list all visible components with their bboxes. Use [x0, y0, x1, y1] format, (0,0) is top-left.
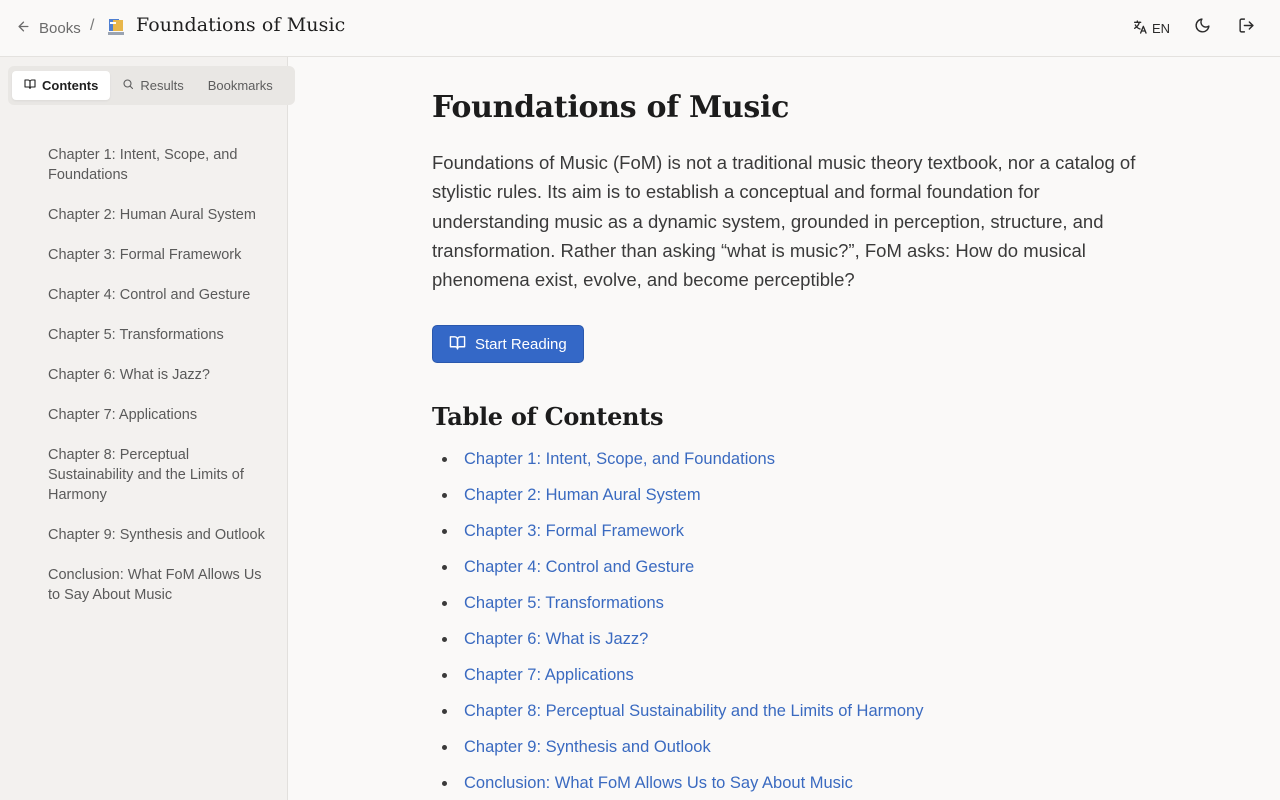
toc-link-chapter-6[interactable]: Chapter 6: What is Jazz?: [464, 630, 648, 648]
bullet: [442, 457, 447, 463]
tab-contents-label: Contents: [42, 78, 99, 93]
sidebar-item-chapter-3[interactable]: Chapter 3: Formal Framework: [48, 245, 268, 265]
bullet: [442, 493, 447, 499]
toc-link-conclusion[interactable]: Conclusion: What FoM Allows Us to Say Ab…: [464, 774, 853, 792]
start-reading-button[interactable]: Start Reading: [432, 325, 584, 364]
breadcrumb-separator: /: [90, 17, 95, 34]
toc-list: Chapter 1: Intent, Scope, and Foundation…: [432, 447, 1152, 800]
list-item: Chapter 1: Intent, Scope, and Foundation…: [432, 447, 1152, 483]
book-logo-icon: [108, 19, 124, 36]
list-item: Conclusion: What FoM Allows Us to Say Ab…: [432, 771, 1152, 800]
book-title: Foundations of Music: [136, 14, 346, 36]
toc-link-chapter-7[interactable]: Chapter 7: Applications: [464, 666, 634, 684]
list-item: Chapter 4: Control and Gesture: [432, 555, 1152, 591]
main-content: Foundations of Music Foundations of Musi…: [432, 88, 1152, 800]
language-button[interactable]: EN: [1126, 14, 1176, 42]
list-item: Chapter 2: Human Aural System: [432, 483, 1152, 519]
toc-link-chapter-3[interactable]: Chapter 3: Formal Framework: [464, 522, 684, 540]
tab-bookmarks[interactable]: Bookmarks: [196, 71, 285, 100]
theme-toggle-button[interactable]: [1188, 14, 1216, 42]
search-icon: [122, 78, 134, 93]
translate-icon: [1132, 19, 1148, 38]
sidebar-item-chapter-6[interactable]: Chapter 6: What is Jazz?: [48, 365, 268, 385]
toc-link-chapter-8[interactable]: Chapter 8: Perceptual Sustainability and…: [464, 702, 924, 720]
bullet: [442, 781, 447, 787]
language-label: EN: [1152, 20, 1171, 36]
logout-button[interactable]: [1232, 14, 1260, 42]
back-label: Books: [39, 19, 81, 37]
bullet: [442, 709, 447, 715]
book-open-icon: [449, 334, 466, 355]
bullet: [442, 673, 447, 679]
toc-link-chapter-1[interactable]: Chapter 1: Intent, Scope, and Foundation…: [464, 450, 775, 468]
logout-icon: [1238, 17, 1255, 39]
list-item: Chapter 8: Perceptual Sustainability and…: [432, 699, 1152, 735]
sidebar-item-chapter-7[interactable]: Chapter 7: Applications: [48, 405, 268, 425]
list-item: Chapter 9: Synthesis and Outlook: [432, 735, 1152, 771]
sidebar: Contents Results Bookmarks Chapter 1: In…: [0, 57, 295, 800]
tab-bookmarks-label: Bookmarks: [207, 78, 273, 93]
sidebar-chapter-list: Chapter 1: Intent, Scope, and Foundation…: [48, 145, 268, 625]
book-description: Foundations of Music (FoM) is not a trad…: [432, 152, 1136, 291]
tab-results[interactable]: Results: [110, 71, 195, 100]
toc-link-chapter-9[interactable]: Chapter 9: Synthesis and Outlook: [464, 738, 711, 756]
bullet: [442, 745, 447, 751]
toc-link-chapter-4[interactable]: Chapter 4: Control and Gesture: [464, 558, 694, 576]
top-bar: Books / Foundations of Music EN: [0, 0, 1280, 57]
toc-heading: Table of Contents: [432, 402, 664, 432]
list-item: Chapter 5: Transformations: [432, 591, 1152, 627]
toc-link-chapter-5[interactable]: Chapter 5: Transformations: [464, 594, 664, 612]
list-item: Chapter 3: Formal Framework: [432, 519, 1152, 555]
bullet: [442, 601, 447, 607]
arrow-left-icon: [16, 19, 31, 38]
sidebar-item-chapter-2[interactable]: Chapter 2: Human Aural System: [48, 205, 268, 225]
sidebar-item-chapter-9[interactable]: Chapter 9: Synthesis and Outlook: [48, 525, 268, 545]
bullet: [442, 565, 447, 571]
bullet: [442, 529, 447, 535]
sidebar-item-chapter-8[interactable]: Chapter 8: Perceptual Sustainability and…: [48, 445, 268, 505]
sidebar-item-chapter-5[interactable]: Chapter 5: Transformations: [48, 325, 268, 345]
list-item: Chapter 6: What is Jazz?: [432, 627, 1152, 663]
bullet: [442, 637, 447, 643]
sidebar-item-conclusion[interactable]: Conclusion: What FoM Allows Us to Say Ab…: [48, 565, 268, 605]
sidebar-item-chapter-4[interactable]: Chapter 4: Control and Gesture: [48, 285, 268, 305]
tab-contents[interactable]: Contents: [12, 71, 111, 100]
start-reading-label: Start Reading: [475, 335, 567, 353]
moon-icon: [1194, 17, 1211, 39]
page-title: Foundations of Music: [432, 90, 790, 125]
toc-link-chapter-2[interactable]: Chapter 2: Human Aural System: [464, 486, 701, 504]
list-item: Chapter 7: Applications: [432, 663, 1152, 699]
tab-results-label: Results: [140, 78, 184, 93]
sidebar-tabs: Contents Results Bookmarks: [8, 66, 295, 105]
back-to-books-link[interactable]: Books: [16, 17, 81, 39]
sidebar-item-chapter-1[interactable]: Chapter 1: Intent, Scope, and Foundation…: [48, 145, 268, 185]
book-open-icon: [24, 78, 36, 93]
